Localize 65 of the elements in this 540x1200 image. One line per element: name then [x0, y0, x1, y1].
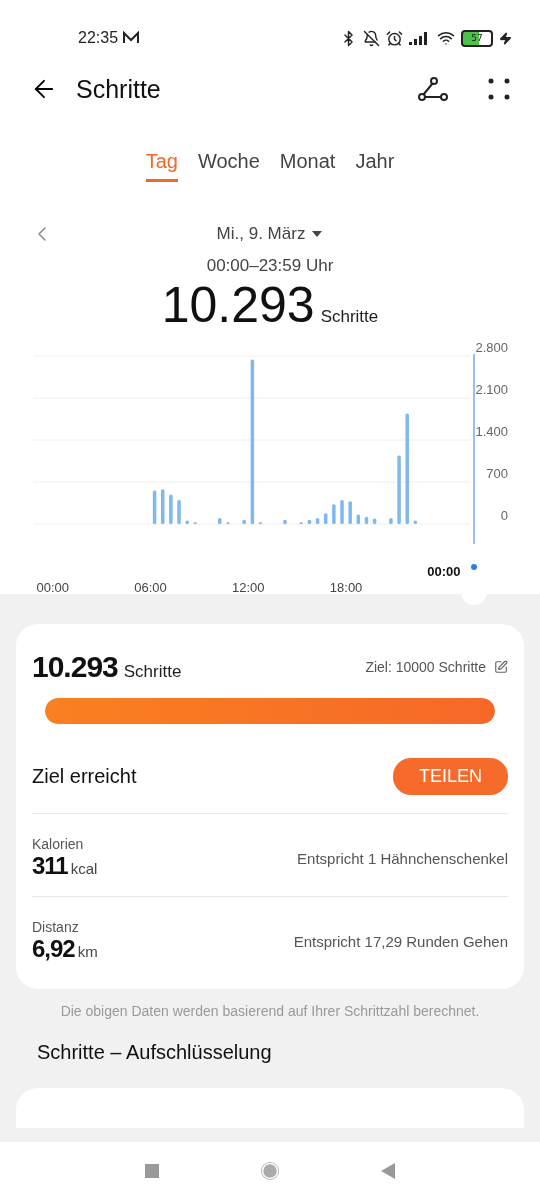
- bar: [397, 455, 401, 524]
- period-tab[interactable]: Woche: [197, 150, 260, 182]
- period-tab[interactable]: Monat: [279, 150, 336, 182]
- stat-unit: km: [77, 943, 98, 960]
- bar: [185, 520, 189, 524]
- bell-off-icon: [363, 29, 380, 47]
- bar: [307, 519, 312, 524]
- section-title: Schritte – Aufschlüsselung: [37, 1041, 273, 1064]
- axis-label: 0: [500, 508, 508, 523]
- axis-label: 2.800: [475, 340, 508, 355]
- wifi-icon: [437, 29, 455, 47]
- share-route-button[interactable]: [418, 76, 448, 102]
- stat-label: Kalorien: [32, 836, 85, 852]
- steps-unit: Schritte: [320, 307, 379, 327]
- equivalent-text: Entspricht 1 Hähnchenschenkel: [297, 849, 508, 867]
- axis-label: 18:00: [329, 580, 363, 594]
- axis-label: 06:00: [134, 580, 167, 594]
- charging-icon: [499, 31, 512, 45]
- bar: [413, 520, 418, 524]
- cursor-dot: [471, 564, 477, 570]
- mail-icon: [122, 31, 141, 45]
- total-steps: 10.293: [161, 276, 315, 334]
- bar: [364, 516, 369, 524]
- page-title: Schritte: [76, 74, 161, 104]
- axis-label: 00:00: [36, 580, 69, 594]
- goal-status: Ziel erreicht: [32, 765, 137, 788]
- status-time: 22:35: [78, 29, 119, 47]
- home-button[interactable]: [259, 1160, 281, 1182]
- bar: [177, 500, 181, 524]
- axis-label: 1.400: [475, 424, 508, 439]
- bar: [356, 514, 361, 524]
- stat-value: 311: [32, 852, 68, 879]
- axis-label: 2.100: [475, 382, 508, 397]
- bar: [218, 518, 222, 524]
- bar: [348, 501, 352, 524]
- bar: [152, 490, 157, 524]
- equivalent-text: Entspricht 17,29 Runden Gehen: [293, 932, 508, 950]
- stat-value: 6,92: [32, 935, 75, 962]
- dropdown-icon: [311, 230, 324, 238]
- period-tab[interactable]: Jahr: [355, 150, 395, 182]
- bar: [315, 518, 320, 524]
- axis-label: 12:00: [232, 580, 265, 594]
- bar: [161, 489, 165, 524]
- footnote: Die obigen Daten werden basierend auf Ihrer Schrittzahl berechnet.: [59, 1003, 481, 1019]
- stat-label: Distanz: [32, 919, 80, 935]
- bar: [332, 504, 336, 524]
- stat-unit: kcal: [70, 860, 98, 877]
- date-selector[interactable]: Mi., 9. März: [216, 224, 306, 244]
- steps-unit: Schritte: [123, 662, 182, 681]
- cursor-label: 00:00: [427, 564, 461, 579]
- bar: [169, 494, 173, 524]
- axis-label: 700: [486, 466, 508, 481]
- steps-value: 10.293: [32, 650, 118, 683]
- bar: [283, 519, 287, 524]
- goal-text: Ziel: 10000 Schritte: [365, 659, 486, 675]
- edit-button[interactable]: [494, 660, 508, 674]
- bar: [340, 500, 344, 524]
- bar: [242, 519, 246, 524]
- bar: [389, 518, 393, 524]
- alarm-icon: [386, 29, 403, 47]
- more-button[interactable]: [488, 78, 510, 100]
- time-range: 00:00–23:59 Uhr: [205, 256, 335, 276]
- bar: [372, 518, 377, 524]
- back-nav-button[interactable]: [381, 1163, 395, 1179]
- bar: [324, 513, 328, 524]
